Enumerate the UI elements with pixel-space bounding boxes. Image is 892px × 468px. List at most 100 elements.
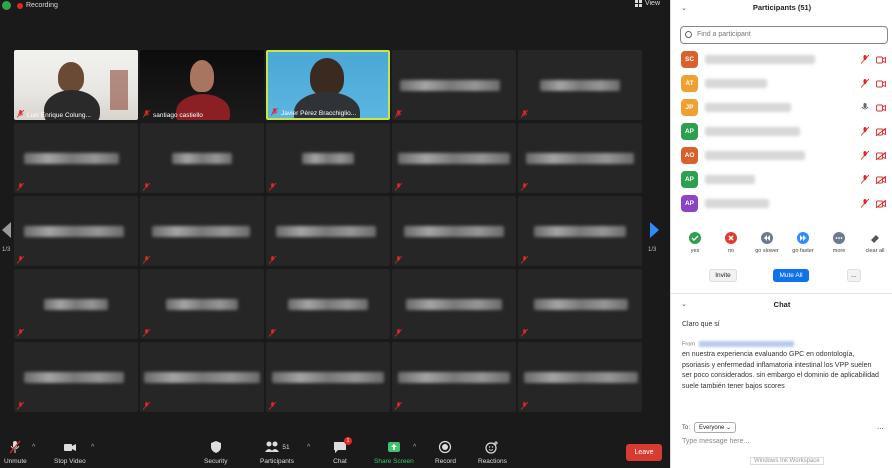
- chat-label: Chat: [333, 458, 347, 465]
- find-participant-input[interactable]: Find a participant: [680, 26, 888, 44]
- blurred-name: [524, 372, 638, 383]
- video-tile[interactable]: [518, 342, 642, 412]
- mic-muted-icon[interactable]: [861, 175, 869, 184]
- video-off-icon[interactable]: [876, 128, 886, 136]
- mic-muted-icon: [521, 329, 528, 337]
- eraser-icon: [869, 232, 881, 244]
- mic-muted-icon: [521, 256, 528, 264]
- video-on-icon[interactable]: [876, 80, 886, 88]
- check-icon: [689, 232, 701, 244]
- participants-button[interactable]: 51 Participants: [260, 440, 294, 465]
- chat-message-input[interactable]: Type message here...: [682, 438, 749, 445]
- participant-row[interactable]: AP: [681, 170, 891, 190]
- more-reactions-button[interactable]: more: [826, 232, 852, 254]
- mic-muted-icon[interactable]: [861, 127, 869, 136]
- video-tile-active-speaker[interactable]: Javier Pérez Bracchiglio...: [266, 50, 390, 120]
- participant-row[interactable]: JP: [681, 98, 891, 118]
- video-tile[interactable]: [14, 196, 138, 266]
- video-tile[interactable]: [266, 196, 390, 266]
- mic-muted-icon[interactable]: [861, 151, 869, 160]
- reactions-button[interactable]: Reactions: [478, 440, 507, 465]
- smiley-plus-icon: [485, 441, 499, 454]
- security-button[interactable]: Security: [204, 440, 227, 465]
- yes-reaction-button[interactable]: yes: [682, 232, 708, 254]
- video-tile[interactable]: [14, 123, 138, 193]
- recording-indicator[interactable]: Recording: [2, 1, 58, 10]
- share-options-caret-icon[interactable]: ^: [413, 444, 416, 451]
- view-button[interactable]: View: [634, 0, 660, 7]
- video-on-icon[interactable]: [876, 104, 886, 112]
- chat-icon-wrapper: 1: [333, 437, 352, 454]
- record-button[interactable]: Record: [435, 440, 456, 465]
- mic-muted-icon: [395, 329, 402, 337]
- chat-more-button[interactable]: ...: [877, 422, 884, 431]
- video-tile[interactable]: santiago castiello: [140, 50, 264, 120]
- chat-button[interactable]: 1 Chat: [333, 437, 352, 465]
- clear-all-reactions-button[interactable]: clear all: [862, 232, 888, 254]
- blurred-name: [526, 153, 634, 164]
- video-off-icon[interactable]: [876, 152, 886, 160]
- participants-label: Participants: [260, 458, 294, 465]
- no-label: no: [727, 248, 735, 254]
- mute-all-button[interactable]: Mute All: [773, 269, 809, 282]
- mic-muted-icon: [17, 329, 24, 337]
- video-tile[interactable]: [14, 342, 138, 412]
- blurred-sender-name[interactable]: [699, 341, 795, 347]
- record-icon: [439, 440, 452, 454]
- mic-on-icon[interactable]: [861, 103, 869, 112]
- video-tile[interactable]: [140, 269, 264, 339]
- no-reaction-button[interactable]: no: [718, 232, 744, 254]
- audio-options-caret-icon[interactable]: ^: [32, 444, 35, 451]
- recipient-dropdown[interactable]: Everyone ⌄: [694, 422, 737, 433]
- invite-button[interactable]: Invite: [709, 269, 737, 282]
- participants-options-caret-icon[interactable]: ^: [307, 444, 310, 451]
- video-tile[interactable]: [14, 269, 138, 339]
- video-options-caret-icon[interactable]: ^: [91, 444, 94, 451]
- video-tile[interactable]: [140, 196, 264, 266]
- video-tile[interactable]: [266, 269, 390, 339]
- video-tile[interactable]: [392, 123, 516, 193]
- participant-row[interactable]: AO: [681, 146, 891, 166]
- video-tile[interactable]: [518, 50, 642, 120]
- stop-video-button[interactable]: Stop Video: [54, 440, 86, 465]
- share-screen-button[interactable]: Share Screen: [374, 440, 414, 465]
- shield-icon: [210, 441, 221, 453]
- blurred-name: [398, 372, 510, 383]
- video-tile[interactable]: [266, 123, 390, 193]
- video-on-icon[interactable]: [876, 56, 886, 64]
- encryption-shield-icon[interactable]: [2, 1, 11, 10]
- go-faster-reaction-button[interactable]: go faster: [790, 232, 816, 254]
- mic-muted-icon: [17, 183, 24, 191]
- video-tile[interactable]: [392, 50, 516, 120]
- next-page-arrow-icon[interactable]: [650, 222, 659, 238]
- video-off-icon[interactable]: [876, 176, 886, 184]
- video-off-icon[interactable]: [876, 200, 886, 208]
- go-slower-reaction-button[interactable]: go slower: [754, 232, 780, 254]
- video-tile[interactable]: [140, 342, 264, 412]
- mic-muted-icon[interactable]: [861, 55, 869, 64]
- share-screen-label: Share Screen: [374, 458, 414, 465]
- video-tile[interactable]: [392, 196, 516, 266]
- avatar: AP: [681, 123, 698, 140]
- video-tile[interactable]: [518, 196, 642, 266]
- video-tile[interactable]: [518, 123, 642, 193]
- participant-row[interactable]: AP: [681, 122, 891, 142]
- participant-row[interactable]: SC: [681, 50, 891, 70]
- participant-row[interactable]: AT: [681, 74, 891, 94]
- video-tile[interactable]: [140, 123, 264, 193]
- video-tile[interactable]: [392, 269, 516, 339]
- blurred-name: [24, 153, 119, 164]
- video-tile[interactable]: Luis Enrique Colung...: [14, 50, 138, 120]
- video-tile[interactable]: [392, 342, 516, 412]
- video-tile[interactable]: [518, 269, 642, 339]
- previous-page-arrow-icon[interactable]: [2, 222, 11, 238]
- video-tile[interactable]: [266, 342, 390, 412]
- leave-button[interactable]: Leave: [626, 444, 662, 461]
- mic-muted-icon[interactable]: [861, 79, 869, 88]
- meeting-toolbar: Unmute ^ Stop Video ^ Security 51 Partic…: [0, 436, 670, 468]
- more-options-button[interactable]: ...: [847, 269, 861, 282]
- mic-muted-icon[interactable]: [861, 199, 869, 208]
- avatar: AP: [681, 195, 698, 212]
- unmute-button[interactable]: Unmute: [4, 440, 27, 465]
- participant-row[interactable]: AP: [681, 194, 891, 214]
